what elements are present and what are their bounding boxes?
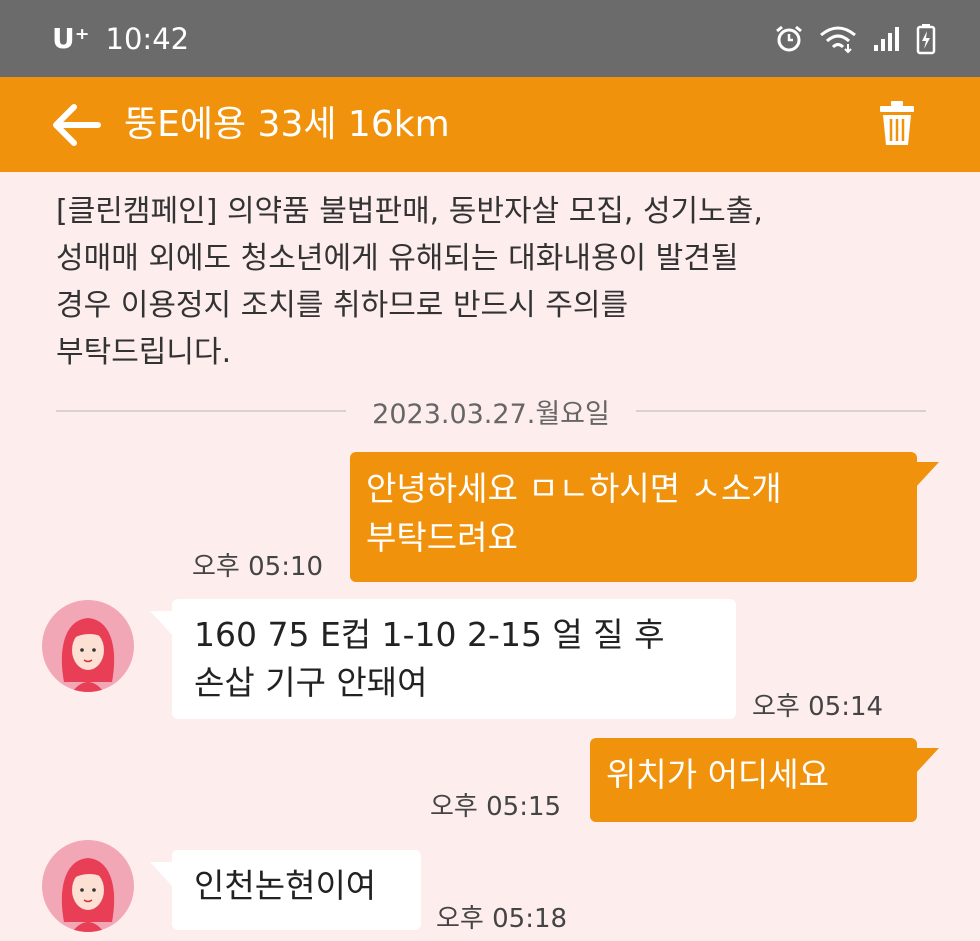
trash-icon[interactable] (880, 101, 914, 145)
profile-avatar-icon (61, 618, 115, 692)
carrier-label: U⁺ (52, 22, 90, 55)
status-icons (774, 0, 936, 77)
alarm-icon (776, 25, 802, 51)
avatar[interactable] (42, 600, 134, 692)
message-line: 부탁드려요 (366, 518, 518, 557)
date-divider: 2023.03.27.월요일 (56, 388, 927, 434)
chat-header: 뚱E에용 33세 16km (0, 77, 980, 172)
incoming-message[interactable]: 160 75 E컵 1-10 2-15 얼 질 후 손삽 기구 안돼여 (150, 599, 736, 719)
message-line: 인천논현이여 (194, 866, 377, 905)
notice-line: 부탁드립니다. (56, 335, 232, 370)
wifi-icon (820, 26, 856, 53)
message-time: 오후 05:14 (752, 692, 884, 722)
clock: 10:42 (105, 21, 190, 56)
status-left: U⁺ 10:42 (52, 0, 189, 77)
incoming-message[interactable]: 인천논현이여 (150, 850, 421, 930)
divider-rule (635, 410, 927, 412)
notice-line: [클린캠페인] 의약품 불법판매, 동반자살 모집, 성기노출, (56, 194, 763, 229)
outgoing-message[interactable]: 위치가 어디세요 (590, 738, 939, 822)
message-line: 안녕하세요 ㅁㄴ하시면 ㅅ소개 (366, 469, 782, 508)
notice-line: 경우 이용정지 조치를 취하므로 반드시 주의를 (56, 288, 629, 323)
message-time: 오후 05:15 (430, 792, 562, 822)
avatar[interactable] (42, 840, 134, 932)
status-bar: U⁺ 10:42 (0, 0, 980, 77)
date-label: 2023.03.27.월요일 (372, 398, 610, 430)
signal-icon (874, 26, 899, 51)
clean-campaign-notice: [클린캠페인] 의약품 불법판매, 동반자살 모집, 성기노출, 성매매 외에도… (56, 188, 936, 376)
battery-charging-icon (916, 23, 936, 54)
chat-title: 뚱E에용 33세 16km (124, 104, 450, 145)
notice-line: 성매매 외에도 청소년에게 유해되는 대화내용이 발견될 (56, 241, 739, 276)
message-line: 160 75 E컵 1-10 2-15 얼 질 후 (194, 615, 665, 654)
divider-rule (56, 410, 347, 412)
message-time: 오후 05:18 (436, 904, 568, 934)
message-line: 위치가 어디세요 (606, 755, 830, 794)
outgoing-message[interactable]: 안녕하세요 ㅁㄴ하시면 ㅅ소개 부탁드려요 (350, 452, 939, 582)
back-arrow-icon[interactable] (50, 102, 102, 148)
message-line: 손삽 기구 안돼여 (194, 663, 428, 702)
profile-avatar-icon (61, 858, 115, 932)
message-time: 오후 05:10 (192, 552, 324, 582)
